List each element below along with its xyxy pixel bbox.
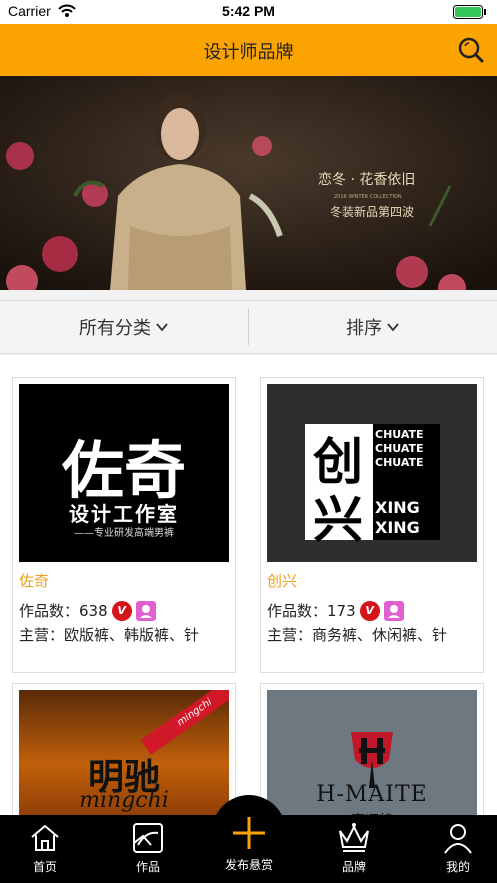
- banner-image: 恋冬 · 花香依旧 2016 WINTER COLLECTION 冬装新品第四波: [0, 76, 497, 290]
- tab-publish[interactable]: 发布悬赏: [204, 815, 294, 883]
- tab-publish-label: 发布悬赏: [224, 858, 273, 872]
- designer-badge-icon: [135, 600, 156, 621]
- brand-logo-image: 创 兴 CHUATE CHUATE CHUATE XING XING: [267, 384, 477, 562]
- logo-en-top: CHUATE: [375, 442, 424, 455]
- works-label: 作品数：: [267, 602, 328, 620]
- chevron-down-icon: [156, 323, 168, 332]
- category-filter-label: 所有分类: [79, 318, 151, 339]
- brand-card[interactable]: 佐奇 设计工作室 ——专业研发高端男裤 佐奇 作品数： 638 V 主营：欧版裤…: [12, 377, 236, 673]
- search-icon[interactable]: [457, 36, 485, 64]
- tab-mine-label: 我的: [445, 860, 470, 874]
- plus-icon: [233, 817, 265, 849]
- logo-en-top: CHUATE: [375, 456, 424, 469]
- filter-bar: 所有分类 排序: [0, 300, 497, 354]
- tab-home[interactable]: 首页: [0, 815, 90, 883]
- banner-subtitle: 冬装新品第四波: [330, 204, 414, 219]
- brand-name[interactable]: 佐奇: [19, 570, 49, 591]
- tab-works[interactable]: 作品: [103, 815, 193, 883]
- brand-logo-image: H-MAITE 豪迈特: [267, 690, 477, 824]
- logo-sub-text: 设计工作室: [69, 502, 179, 526]
- works-count: 638: [79, 601, 108, 620]
- banner-title: 恋冬 · 花香依旧: [318, 171, 415, 188]
- logo-sub-text: mingchi: [79, 788, 169, 813]
- bottom-tab-bar: 首页 作品 发布悬赏 品牌 我的: [0, 815, 497, 883]
- logo-en-bottom: XING: [375, 518, 420, 537]
- brand-logo-image: 佐奇 设计工作室 ——专业研发高端男裤: [19, 384, 229, 562]
- user-icon: [444, 824, 472, 854]
- works-count-row: 作品数： 173 V: [267, 600, 404, 621]
- logo-main-text: H-MAITE: [316, 782, 428, 807]
- tab-brand[interactable]: 品牌: [309, 815, 399, 883]
- brand-card[interactable]: H-MAITE 豪迈特: [260, 683, 484, 824]
- promo-banner[interactable]: 恋冬 · 花香依旧 2016 WINTER COLLECTION 冬装新品第四波: [0, 76, 497, 290]
- tab-mine[interactable]: 我的: [413, 815, 497, 883]
- tab-home-label: 首页: [32, 860, 57, 874]
- brand-card[interactable]: 创 兴 CHUATE CHUATE CHUATE XING XING 创兴 作品…: [260, 377, 484, 673]
- battery-icon: [453, 5, 486, 19]
- logo-tagline: ——专业研发高端男裤: [74, 528, 174, 539]
- verified-badge-icon: V: [111, 600, 132, 621]
- page-title: 设计师品牌: [203, 42, 294, 63]
- works-count-row: 作品数： 638 V: [19, 600, 156, 621]
- home-icon: [31, 824, 59, 851]
- works-count: 173: [327, 601, 356, 620]
- sort-filter[interactable]: 排序: [249, 301, 497, 353]
- app-header: 设计师品牌: [0, 24, 497, 76]
- designer-badge-icon: [383, 600, 404, 621]
- brand-card[interactable]: mingchi 明驰 mingchi: [12, 683, 236, 824]
- chevron-down-icon: [387, 323, 399, 332]
- crown-icon: [339, 823, 369, 852]
- logo-en-top: CHUATE: [375, 428, 424, 441]
- tab-brand-label: 品牌: [341, 860, 366, 874]
- category-filter[interactable]: 所有分类: [0, 301, 248, 353]
- logo-main-text: 佐奇: [61, 434, 186, 507]
- tab-works-label: 作品: [135, 860, 160, 874]
- works-label: 作品数：: [19, 602, 80, 620]
- brand-main-products: 主营：欧版裤、韩版裤、针: [19, 626, 200, 644]
- logo-corner-ribbon: mingchi: [140, 690, 229, 755]
- status-bar: Carrier 5:42 PM: [0, 0, 497, 24]
- clock-label: 5:42 PM: [222, 3, 275, 19]
- logo-bottom-char: 兴: [313, 491, 363, 549]
- works-icon: [133, 823, 163, 853]
- banner-collection: 2016 WINTER COLLECTION: [334, 194, 402, 200]
- brand-name[interactable]: 创兴: [267, 570, 297, 591]
- brand-main-products: 主营：商务裤、休闲裤、针: [267, 626, 448, 644]
- brand-logo-image: mingchi 明驰 mingchi: [19, 690, 229, 824]
- logo-en-bottom: XING: [375, 498, 420, 517]
- sort-filter-label: 排序: [346, 318, 382, 339]
- verified-badge-icon: V: [359, 600, 380, 621]
